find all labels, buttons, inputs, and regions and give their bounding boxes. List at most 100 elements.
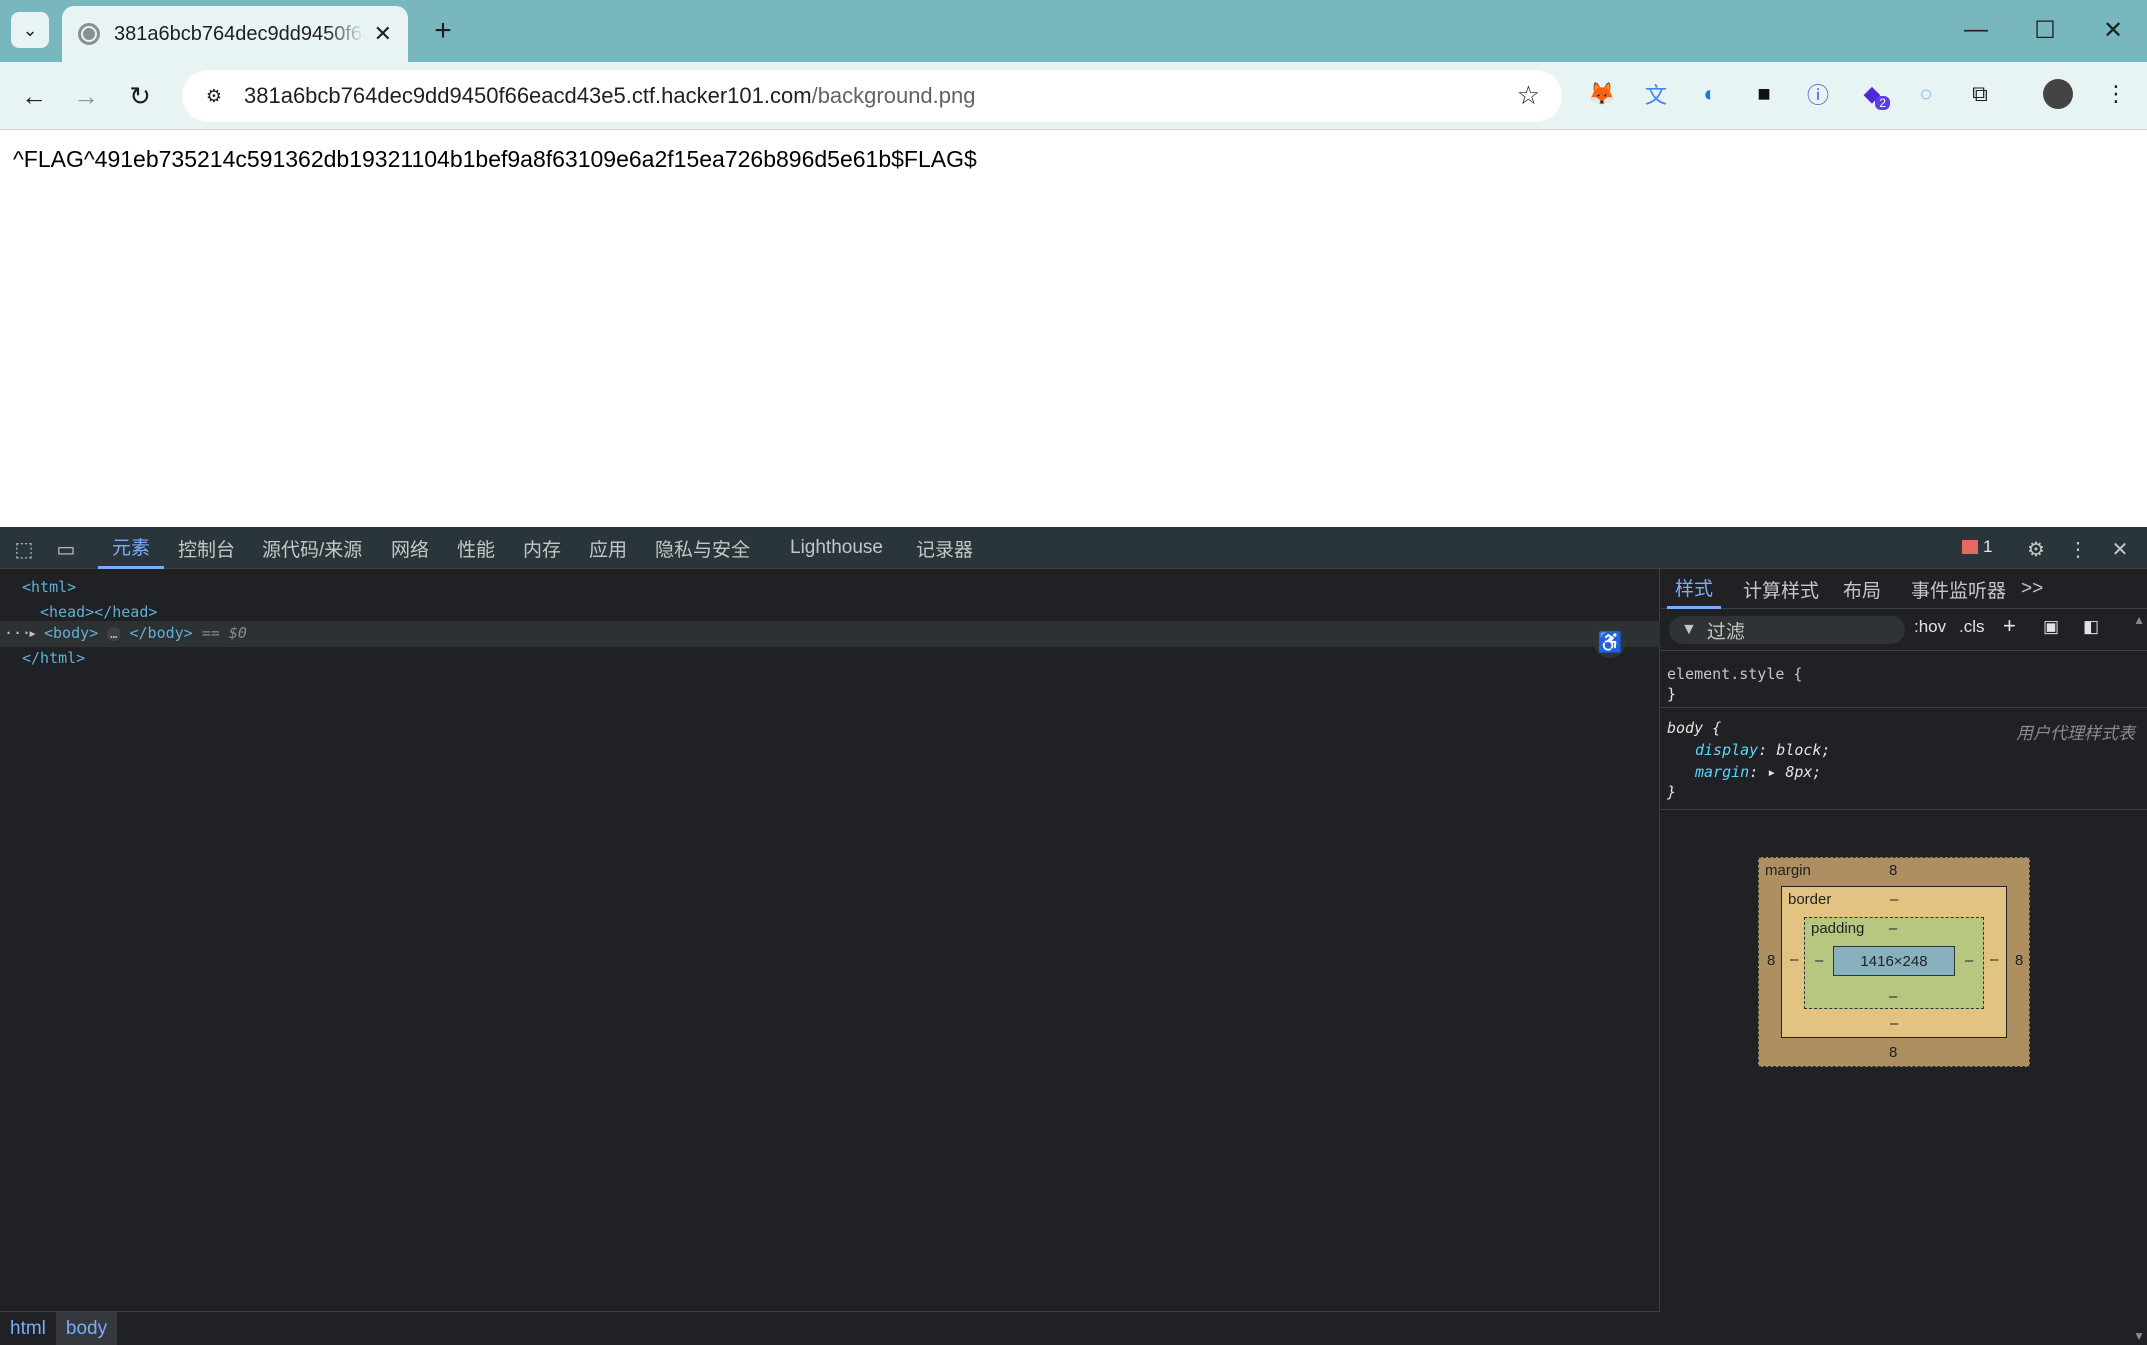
- dom-selected-row[interactable]: [0, 621, 1660, 647]
- border-right-value[interactable]: –: [1990, 951, 1998, 968]
- close-devtools-icon[interactable]: ✕: [2106, 535, 2134, 563]
- padding-bottom-value[interactable]: –: [1889, 988, 1897, 1005]
- border-top-value[interactable]: –: [1890, 891, 1898, 908]
- dom-html-open[interactable]: <html>: [22, 578, 76, 596]
- tab-styles[interactable]: 样式: [1667, 569, 1722, 609]
- metamask-icon[interactable]: 🦊: [1584, 76, 1620, 112]
- address-bar[interactable]: ⚙ 381a6bcb764dec9dd9450f66eacd43e5.ctf.h…: [182, 70, 1562, 122]
- margin-left-value[interactable]: 8: [1767, 952, 1775, 969]
- extension-badge-icon[interactable]: ◆ 2: [1854, 76, 1890, 112]
- devtools-tab-privacy[interactable]: 隐私与安全: [655, 527, 750, 569]
- minimize-button[interactable]: —: [1946, 8, 2006, 52]
- maximize-icon: ☐: [2034, 16, 2056, 44]
- breadcrumb-html[interactable]: html: [0, 1312, 56, 1345]
- expand-triangle-icon[interactable]: ▸: [28, 624, 37, 642]
- more-tabs-icon[interactable]: >>: [2021, 569, 2043, 609]
- box-model-margin[interactable]: margin 8 8 8 8 border – – – – padding – …: [1758, 857, 2030, 1067]
- tab-computed[interactable]: 计算样式: [1743, 569, 1819, 609]
- scroll-down-icon[interactable]: ▼: [2133, 1329, 2145, 1343]
- rule-display-prop: display: [1695, 741, 1759, 759]
- new-tab-button[interactable]: +: [424, 12, 462, 50]
- dom-head[interactable]: <head></head>: [40, 603, 157, 621]
- globe-icon: [78, 23, 100, 45]
- dom-collapsed-ellipsis[interactable]: …: [107, 627, 121, 641]
- devtools-tab-network[interactable]: 网络: [391, 527, 429, 569]
- extension-blue-icon[interactable]: ◐: [1692, 76, 1728, 112]
- puzzle-icon[interactable]: ⧉: [1962, 76, 1998, 112]
- box-model-content-size[interactable]: 1416×248: [1833, 946, 1955, 976]
- profile-avatar[interactable]: [2040, 76, 2076, 112]
- rule-separator: [1661, 707, 2147, 708]
- hover-state-button[interactable]: :hov: [1914, 617, 1946, 637]
- devtools-tab-console[interactable]: 控制台: [178, 527, 235, 569]
- styles-filter-row: ▼ 过滤 :hov .cls + ▣ ◧: [1661, 609, 2147, 651]
- tab-search-button[interactable]: ⌄: [11, 12, 49, 48]
- box-model-padding[interactable]: padding – – – – 1416×248: [1804, 917, 1984, 1009]
- translate-icon[interactable]: 文: [1638, 76, 1674, 112]
- element-style-selector[interactable]: element.style {: [1667, 665, 1802, 683]
- box-model-border[interactable]: border – – – – padding – – – – 1416×248: [1781, 886, 2007, 1038]
- back-button[interactable]: ←: [14, 76, 54, 116]
- dom-body-close: </body>: [129, 624, 193, 642]
- devtools-menu-icon[interactable]: ⋮: [2064, 535, 2092, 563]
- extension-ring-icon[interactable]: ○: [1908, 76, 1944, 112]
- breadcrumb-body[interactable]: body: [55, 1311, 118, 1345]
- scroll-up-icon[interactable]: ▲: [2133, 613, 2145, 627]
- close-icon[interactable]: ✕: [374, 21, 392, 47]
- devtools-tab-sources[interactable]: 源代码/来源: [262, 527, 362, 569]
- rule-display[interactable]: display: block;: [1695, 741, 1830, 759]
- password-manager-icon[interactable]: ⓘ: [1800, 76, 1836, 112]
- url-path: /background.png: [811, 83, 976, 108]
- extension-dark-icon[interactable]: ■: [1746, 76, 1782, 112]
- class-toggle-button[interactable]: .cls: [1959, 617, 1985, 637]
- body-rule-selector[interactable]: body {: [1667, 719, 1721, 737]
- tab-title: 381a6bcb764dec9dd9450f66eacd43e5.ctf.hac…: [114, 22, 364, 45]
- border-bottom-value[interactable]: –: [1890, 1015, 1898, 1032]
- inspect-icon[interactable]: ⬚: [10, 535, 38, 563]
- dom-html-close[interactable]: </html>: [22, 649, 85, 667]
- dom-tree-panel: <html> <head></head> ··· ▸ <body> … </bo…: [0, 569, 1660, 1345]
- tab-layout[interactable]: 布局: [1843, 569, 1881, 609]
- devtools-tab-elements[interactable]: 元素: [98, 527, 165, 569]
- rule-display-value: block;: [1776, 741, 1831, 759]
- padding-right-value[interactable]: –: [1965, 952, 1973, 969]
- device-toolbar-icon[interactable]: ▭: [52, 535, 80, 563]
- reload-button[interactable]: ↻: [120, 76, 160, 116]
- close-window-button[interactable]: ✕: [2083, 8, 2143, 52]
- devtools-tab-memory[interactable]: 内存: [523, 527, 561, 569]
- padding-top-value[interactable]: –: [1889, 920, 1897, 937]
- margin-bottom-value[interactable]: 8: [1889, 1044, 1897, 1061]
- accessibility-tree-icon[interactable]: ♿: [1594, 626, 1626, 658]
- dom-body-open: <body>: [44, 624, 99, 642]
- issues-counter[interactable]: 1: [1962, 537, 1992, 557]
- rule-margin[interactable]: margin: ▸ 8px;: [1695, 763, 1821, 781]
- menu-kebab-icon[interactable]: ⋮: [2098, 76, 2134, 112]
- minimize-icon: —: [1964, 16, 1988, 43]
- site-info-icon[interactable]: ⚙: [200, 82, 228, 110]
- forward-button[interactable]: →: [66, 76, 106, 116]
- settings-gear-icon[interactable]: ⚙: [2022, 535, 2050, 563]
- browser-tab[interactable]: 381a6bcb764dec9dd9450f66eacd43e5.ctf.hac…: [62, 6, 408, 62]
- padding-left-value[interactable]: –: [1815, 952, 1823, 969]
- user-agent-stylesheet-label: 用户代理样式表: [2016, 724, 2135, 743]
- devtools-tab-performance[interactable]: 性能: [457, 527, 495, 569]
- expand-triangle-icon: ▸: [1767, 763, 1786, 781]
- margin-right-value[interactable]: 8: [2015, 952, 2023, 969]
- maximize-button[interactable]: ☐: [2015, 8, 2075, 52]
- sidebar-toggle-icon[interactable]: ◧: [2083, 617, 2099, 637]
- devtools-tab-application[interactable]: 应用: [589, 527, 627, 569]
- element-style-close: }: [1667, 685, 1677, 703]
- plus-icon: +: [434, 14, 452, 47]
- issue-flag-icon: [1962, 540, 1978, 554]
- margin-top-value[interactable]: 8: [1889, 862, 1897, 879]
- devtools-tab-recorder[interactable]: 记录器: [916, 527, 973, 569]
- tab-event-listeners[interactable]: 事件监听器: [1911, 569, 2006, 609]
- dom-body-line[interactable]: <body> … </body> == $0: [44, 624, 247, 642]
- styles-filter-input[interactable]: ▼ 过滤: [1669, 616, 1905, 644]
- star-icon[interactable]: ☆: [1517, 80, 1540, 111]
- border-left-value[interactable]: –: [1790, 951, 1798, 968]
- new-rule-plus-icon[interactable]: +: [2003, 613, 2016, 639]
- paint-brush-icon[interactable]: ▣: [2043, 617, 2059, 637]
- url-host: 381a6bcb764dec9dd9450f66eacd43e5.ctf.hac…: [244, 83, 812, 108]
- devtools-tab-lighthouse[interactable]: Lighthouse: [790, 527, 883, 569]
